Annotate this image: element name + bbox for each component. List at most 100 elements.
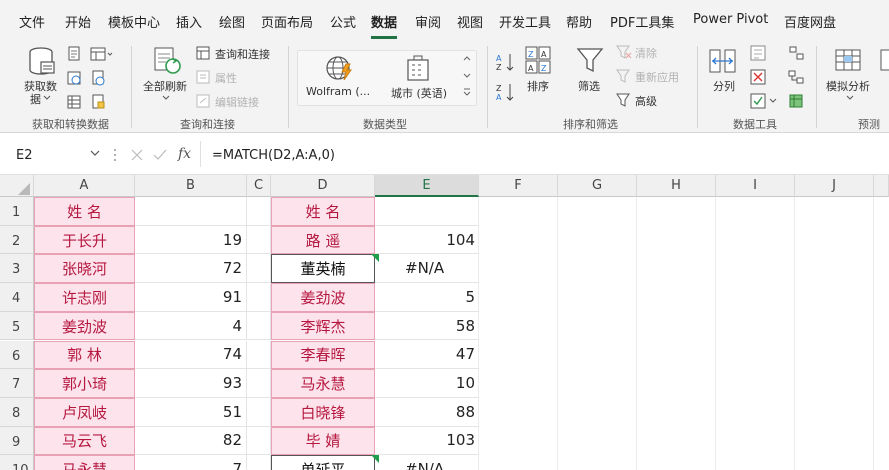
- cell-e[interactable]: #N/A: [375, 254, 479, 284]
- tab-file[interactable]: 文件: [19, 12, 45, 31]
- tab-pdf-tools[interactable]: PDF工具集: [610, 12, 674, 31]
- column-header-h[interactable]: H: [637, 175, 716, 197]
- forecast-sheet-icon[interactable]: [880, 48, 889, 76]
- flash-fill-icon[interactable]: [750, 45, 766, 61]
- column-header-f[interactable]: F: [479, 175, 558, 197]
- cell-d[interactable]: 姓 名: [271, 197, 375, 226]
- tab-review[interactable]: 审阅: [415, 12, 441, 31]
- data-validation-icon[interactable]: [750, 93, 778, 109]
- cell-a[interactable]: 卢凤岐: [34, 397, 135, 427]
- cell-e[interactable]: 5: [375, 283, 479, 312]
- cell-c[interactable]: [247, 225, 271, 255]
- cell-a[interactable]: 郭小琦: [34, 369, 135, 398]
- column-header-j[interactable]: J: [795, 175, 874, 197]
- cell-c[interactable]: [247, 397, 271, 427]
- cell-b[interactable]: 19: [135, 225, 247, 255]
- row-header[interactable]: 2: [0, 225, 34, 255]
- tab-formulas[interactable]: 公式: [330, 12, 356, 31]
- cell-c[interactable]: [247, 311, 271, 341]
- row-header[interactable]: 4: [0, 283, 34, 312]
- column-header-g[interactable]: G: [558, 175, 637, 197]
- consolidate-icon[interactable]: [788, 45, 804, 61]
- cell-d[interactable]: 李辉杰: [271, 311, 375, 341]
- cell-b[interactable]: 7: [135, 455, 247, 470]
- tab-home[interactable]: 开始: [65, 12, 91, 31]
- row-header[interactable]: 8: [0, 397, 34, 427]
- column-header-c[interactable]: C: [247, 175, 271, 197]
- row-header[interactable]: 3: [0, 254, 34, 284]
- cell-d[interactable]: 毕 婧: [271, 426, 375, 456]
- cell-d[interactable]: 李春晖: [271, 340, 375, 370]
- tab-template-center[interactable]: 模板中心: [108, 12, 160, 31]
- cell-a[interactable]: 姓 名: [34, 197, 135, 226]
- error-indicator-icon[interactable]: [371, 254, 379, 263]
- cell-c[interactable]: [247, 283, 271, 312]
- cell-c[interactable]: [247, 340, 271, 370]
- cell-e[interactable]: 47: [375, 341, 479, 370]
- tab-baidu-netdisk[interactable]: 百度网盘: [784, 12, 836, 31]
- tab-help[interactable]: 帮助: [566, 12, 592, 31]
- cell-e[interactable]: 103: [375, 427, 479, 456]
- column-header-i[interactable]: I: [716, 175, 795, 197]
- row-header[interactable]: 9: [0, 426, 34, 456]
- cell-d[interactable]: 马永慧: [271, 369, 375, 398]
- tab-draw[interactable]: 绘图: [219, 12, 245, 31]
- sort-descending-icon[interactable]: ZA: [496, 82, 516, 102]
- from-file-icon[interactable]: [90, 94, 106, 110]
- drag-handle-icon[interactable]: [113, 148, 117, 162]
- cell-b[interactable]: 82: [135, 426, 247, 456]
- from-web-icon[interactable]: [90, 46, 114, 62]
- relationships-icon[interactable]: [788, 69, 804, 85]
- chevron-down-icon[interactable]: [90, 149, 100, 157]
- tab-developer[interactable]: 开发工具: [499, 12, 551, 31]
- cell-a[interactable]: 于长升: [34, 225, 135, 255]
- sort-ascending-icon[interactable]: AZ: [496, 52, 516, 72]
- cell-e[interactable]: 104: [375, 226, 479, 255]
- cell-e[interactable]: 10: [375, 369, 479, 398]
- tab-page-layout[interactable]: 页面布局: [261, 12, 313, 31]
- tab-view[interactable]: 视图: [457, 12, 483, 31]
- tab-data[interactable]: 数据: [371, 12, 397, 31]
- select-all-corner[interactable]: [0, 175, 34, 197]
- recent-sources-icon[interactable]: [90, 70, 106, 86]
- cell-c[interactable]: [247, 455, 271, 470]
- cell-d[interactable]: 单延平: [271, 455, 375, 470]
- cell-c[interactable]: [247, 426, 271, 456]
- tab-insert[interactable]: 插入: [176, 12, 202, 31]
- row-header[interactable]: 1: [0, 197, 34, 226]
- row-header[interactable]: 7: [0, 369, 34, 398]
- cell-b[interactable]: 74: [135, 340, 247, 370]
- row-header[interactable]: 10: [0, 455, 34, 470]
- cell-d[interactable]: 董英楠: [271, 254, 375, 284]
- cell-b[interactable]: 91: [135, 283, 247, 312]
- cell-a[interactable]: 郭 林: [34, 340, 135, 370]
- existing-connections-icon[interactable]: [66, 94, 82, 110]
- tab-power-pivot[interactable]: Power Pivot: [693, 12, 768, 27]
- cell-e[interactable]: #N/A: [375, 455, 479, 470]
- cell-a[interactable]: 许志刚: [34, 283, 135, 312]
- gallery-scroll-icon[interactable]: [462, 54, 472, 100]
- cell-e[interactable]: 88: [375, 398, 479, 427]
- cell-d[interactable]: 路 遥: [271, 225, 375, 255]
- cell-c[interactable]: [247, 369, 271, 398]
- from-text-icon[interactable]: [66, 46, 82, 62]
- cell-d[interactable]: 白晓锋: [271, 397, 375, 427]
- column-header-e[interactable]: E: [375, 175, 479, 197]
- row-header[interactable]: 6: [0, 340, 34, 370]
- cell-a[interactable]: 马云飞: [34, 426, 135, 456]
- cell-b[interactable]: 51: [135, 397, 247, 427]
- column-header-a[interactable]: A: [34, 175, 135, 197]
- formula-input[interactable]: =MATCH(D2,A:A,0): [212, 148, 335, 163]
- cell-e[interactable]: [375, 197, 479, 226]
- cell-a[interactable]: 马永慧: [34, 455, 135, 470]
- cell-a[interactable]: 姜劲波: [34, 311, 135, 341]
- column-header-b[interactable]: B: [135, 175, 247, 197]
- row-header[interactable]: 5: [0, 311, 34, 341]
- error-indicator-icon[interactable]: [371, 455, 379, 464]
- cell-c[interactable]: [247, 254, 271, 284]
- cell-b[interactable]: 72: [135, 254, 247, 284]
- insert-function-icon[interactable]: fx: [178, 146, 191, 162]
- column-header-d[interactable]: D: [271, 175, 375, 197]
- cell-c[interactable]: [247, 197, 271, 226]
- cell-a[interactable]: 张晓河: [34, 254, 135, 284]
